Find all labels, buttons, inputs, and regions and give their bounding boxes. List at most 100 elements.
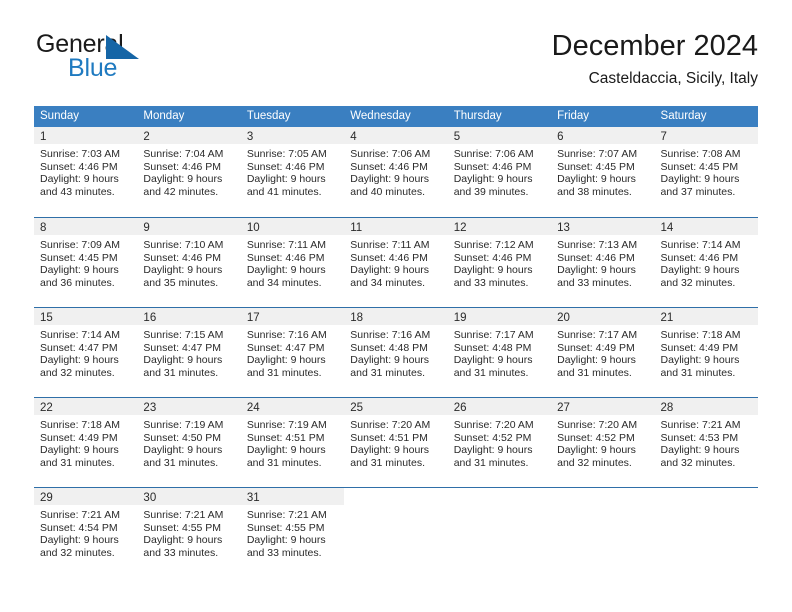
daylight-text-line2: and 34 minutes. bbox=[350, 276, 425, 289]
sunrise-text: Sunrise: 7:17 AM bbox=[557, 329, 638, 341]
daylight-text-line2: and 32 minutes. bbox=[557, 456, 632, 469]
day-cell[interactable]: 15 Sunrise: 7:14 AM Sunset: 4:47 PM Dayligh… bbox=[34, 308, 138, 397]
day-cell[interactable]: 1 Sunrise: 7:03 AM Sunset: 4:46 PM Daylight… bbox=[34, 127, 138, 217]
day-info: Sunrise: 7:15 AM Sunset: 4:47 PM Daylight:… bbox=[137, 325, 240, 379]
day-number-band: 10 bbox=[240, 218, 345, 235]
day-cell[interactable]: 23 Sunrise: 7:19 AM Sunset: 4:50 PM Dayligh… bbox=[137, 398, 241, 487]
sunrise-text: Sunrise: 7:04 AM bbox=[143, 148, 224, 160]
sunrise-text: Sunrise: 7:19 AM bbox=[246, 419, 327, 431]
daylight-text-line1: Daylight: 9 hours bbox=[350, 354, 430, 367]
day-cell[interactable]: 5 Sunrise: 7:06 AM Sunset: 4:46 PM Daylight… bbox=[447, 127, 552, 217]
day-cell[interactable]: 21 Sunrise: 7:18 AM Sunset: 4:49 PM Dayligh… bbox=[654, 308, 758, 397]
day-number: 7 bbox=[660, 131, 667, 143]
day-cell[interactable]: 28 Sunrise: 7:21 AM Sunset: 4:53 PM Dayligh… bbox=[654, 398, 758, 487]
daylight-text-line1: Daylight: 9 hours bbox=[660, 264, 740, 277]
day-cell[interactable]: 2 Sunrise: 7:04 AM Sunset: 4:46 PM Daylight… bbox=[137, 127, 241, 217]
daylight-text-line2: and 31 minutes. bbox=[246, 366, 322, 379]
daylight-text-line2: and 36 minutes. bbox=[40, 276, 115, 289]
day-number: 13 bbox=[557, 222, 570, 234]
day-cell[interactable]: 3 Sunrise: 7:05 AM Sunset: 4:46 PM Daylight… bbox=[240, 127, 345, 217]
daylight-text-line1: Daylight: 9 hours bbox=[350, 173, 430, 186]
sunset-text: Sunset: 4:54 PM bbox=[40, 521, 118, 534]
sunset-text: Sunset: 4:47 PM bbox=[246, 341, 325, 354]
day-cell[interactable]: 8 Sunrise: 7:09 AM Sunset: 4:45 PM Daylight… bbox=[34, 218, 138, 307]
day-number-band: 6 bbox=[551, 127, 655, 144]
day-number: 3 bbox=[246, 131, 254, 143]
day-cell[interactable]: 27 Sunrise: 7:20 AM Sunset: 4:52 PM Dayligh… bbox=[551, 398, 655, 487]
sunrise-text: Sunrise: 7:05 AM bbox=[246, 148, 327, 160]
day-number-band: 18 bbox=[344, 308, 448, 325]
daylight-text-line1: Daylight: 9 hours bbox=[143, 444, 223, 457]
sunset-text: Sunset: 4:49 PM bbox=[557, 341, 635, 354]
day-number-band: 3 bbox=[240, 127, 345, 144]
sunrise-text: Sunrise: 7:17 AM bbox=[453, 329, 534, 341]
general-blue-logo[interactable]: General Blue bbox=[34, 28, 234, 90]
sunrise-text: Sunrise: 7:06 AM bbox=[453, 148, 534, 160]
day-info: Sunrise: 7:14 AM Sunset: 4:47 PM Daylight:… bbox=[34, 325, 137, 379]
day-cell[interactable]: 26 Sunrise: 7:20 AM Sunset: 4:52 PM Dayligh… bbox=[447, 398, 552, 487]
day-number: 25 bbox=[350, 402, 364, 414]
day-info: Sunrise: 7:05 AM Sunset: 4:46 PM Daylight:… bbox=[241, 144, 344, 198]
week-row: 29 Sunrise: 7:21 AM Sunset: 4:54 PM Dayligh… bbox=[34, 487, 758, 577]
day-cell[interactable]: 14 Sunrise: 7:14 AM Sunset: 4:46 PM Dayligh… bbox=[654, 218, 758, 307]
sunset-text: Sunset: 4:52 PM bbox=[453, 431, 532, 444]
daylight-text-line2: and 43 minutes. bbox=[40, 185, 115, 198]
daylight-text-line1: Daylight: 9 hours bbox=[246, 354, 326, 367]
day-cell[interactable]: 25 Sunrise: 7:20 AM Sunset: 4:51 PM Dayligh… bbox=[344, 398, 448, 487]
sunrise-text: Sunrise: 7:21 AM bbox=[246, 509, 327, 521]
sunrise-text: Sunrise: 7:09 AM bbox=[40, 239, 120, 251]
daylight-text-line2: and 33 minutes. bbox=[143, 546, 219, 559]
day-number-band: 15 bbox=[34, 308, 138, 325]
day-cell[interactable]: 13 Sunrise: 7:13 AM Sunset: 4:46 PM Dayligh… bbox=[551, 218, 655, 307]
day-cell[interactable]: 30 Sunrise: 7:21 AM Sunset: 4:55 PM Dayligh… bbox=[137, 488, 241, 577]
day-cell[interactable]: 9 Sunrise: 7:10 AM Sunset: 4:46 PM Daylight… bbox=[137, 218, 241, 307]
sunrise-text: Sunrise: 7:19 AM bbox=[143, 419, 224, 431]
day-cell-empty bbox=[551, 488, 654, 577]
sunrise-text: Sunrise: 7:20 AM bbox=[350, 419, 431, 431]
day-cell[interactable]: 6 Sunrise: 7:07 AM Sunset: 4:45 PM Daylight… bbox=[551, 127, 655, 217]
sunrise-text: Sunrise: 7:21 AM bbox=[660, 419, 741, 431]
day-info: Sunrise: 7:16 AM Sunset: 4:47 PM Daylight:… bbox=[241, 325, 344, 379]
day-cell[interactable]: 7 Sunrise: 7:08 AM Sunset: 4:45 PM Daylight… bbox=[654, 127, 758, 217]
day-info: Sunrise: 7:03 AM Sunset: 4:46 PM Daylight:… bbox=[34, 144, 137, 198]
day-cell[interactable]: 31 Sunrise: 7:21 AM Sunset: 4:55 PM Dayligh… bbox=[240, 488, 345, 577]
sunset-text: Sunset: 4:46 PM bbox=[40, 160, 118, 173]
day-number-band: 2 bbox=[137, 127, 241, 144]
day-number-band: 20 bbox=[551, 308, 655, 325]
sunset-text: Sunset: 4:55 PM bbox=[143, 521, 222, 534]
day-number: 23 bbox=[143, 402, 157, 414]
daylight-text-line2: and 31 minutes. bbox=[246, 456, 322, 469]
day-cell[interactable]: 29 Sunrise: 7:21 AM Sunset: 4:54 PM Dayligh… bbox=[34, 488, 138, 577]
daylight-text-line1: Daylight: 9 hours bbox=[40, 444, 119, 457]
daylight-text-line2: and 32 minutes. bbox=[40, 366, 115, 379]
day-cell[interactable]: 11 Sunrise: 7:11 AM Sunset: 4:46 PM Dayligh… bbox=[344, 218, 448, 307]
day-number-band: 16 bbox=[137, 308, 241, 325]
daylight-text-line2: and 34 minutes. bbox=[246, 276, 322, 289]
day-cell[interactable]: 10 Sunrise: 7:11 AM Sunset: 4:46 PM Dayligh… bbox=[240, 218, 345, 307]
day-number: 17 bbox=[246, 312, 260, 324]
daylight-text-line1: Daylight: 9 hours bbox=[40, 264, 119, 277]
day-info: Sunrise: 7:16 AM Sunset: 4:48 PM Daylight:… bbox=[344, 325, 447, 379]
day-info: Sunrise: 7:08 AM Sunset: 4:45 PM Daylight:… bbox=[655, 144, 758, 198]
sunrise-text: Sunrise: 7:06 AM bbox=[350, 148, 431, 160]
daylight-text-line2: and 31 minutes. bbox=[40, 456, 115, 469]
daylight-text-line2: and 31 minutes. bbox=[143, 456, 219, 469]
day-cell[interactable]: 16 Sunrise: 7:15 AM Sunset: 4:47 PM Dayligh… bbox=[137, 308, 241, 397]
day-cell[interactable]: 12 Sunrise: 7:12 AM Sunset: 4:46 PM Dayligh… bbox=[447, 218, 552, 307]
weeks-container: 1 Sunrise: 7:03 AM Sunset: 4:46 PM Daylight… bbox=[34, 127, 758, 577]
day-info: Sunrise: 7:20 AM Sunset: 4:51 PM Daylight:… bbox=[344, 415, 447, 469]
day-info: Sunrise: 7:21 AM Sunset: 4:54 PM Daylight:… bbox=[34, 505, 137, 559]
day-cell[interactable]: 24 Sunrise: 7:19 AM Sunset: 4:51 PM Dayligh… bbox=[240, 398, 345, 487]
day-cell[interactable]: 17 Sunrise: 7:16 AM Sunset: 4:47 PM Dayligh… bbox=[240, 308, 345, 397]
day-cell[interactable]: 18 Sunrise: 7:16 AM Sunset: 4:48 PM Dayligh… bbox=[344, 308, 448, 397]
day-cell[interactable]: 22 Sunrise: 7:18 AM Sunset: 4:49 PM Dayligh… bbox=[34, 398, 138, 487]
day-cell[interactable]: 20 Sunrise: 7:17 AM Sunset: 4:49 PM Dayligh… bbox=[551, 308, 655, 397]
day-info: Sunrise: 7:20 AM Sunset: 4:52 PM Daylight:… bbox=[448, 415, 551, 469]
daylight-text-line1: Daylight: 9 hours bbox=[557, 264, 636, 277]
day-cell[interactable]: 19 Sunrise: 7:17 AM Sunset: 4:48 PM Dayligh… bbox=[447, 308, 552, 397]
day-number: 31 bbox=[246, 492, 260, 504]
sunrise-text: Sunrise: 7:18 AM bbox=[40, 419, 120, 431]
day-cell[interactable]: 4 Sunrise: 7:06 AM Sunset: 4:46 PM Daylight… bbox=[344, 127, 448, 217]
weekday-header-wednesday: Wednesday bbox=[350, 110, 411, 122]
daylight-text-line1: Daylight: 9 hours bbox=[246, 264, 326, 277]
